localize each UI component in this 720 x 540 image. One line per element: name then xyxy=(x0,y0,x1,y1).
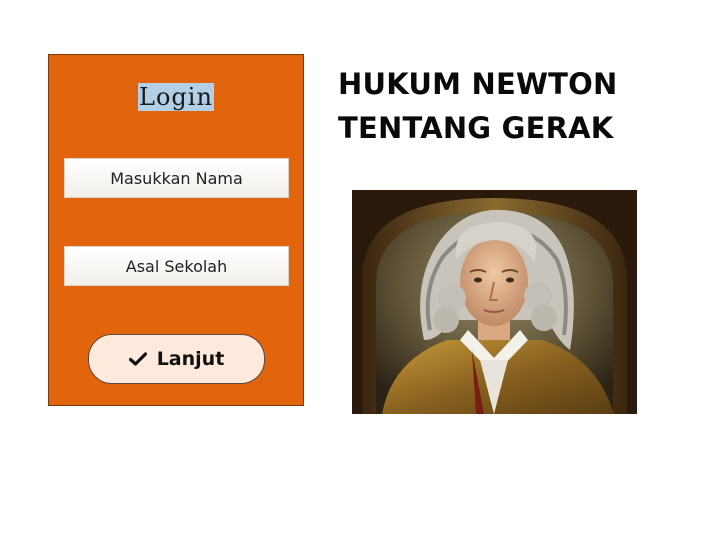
login-panel: Login Lanjut xyxy=(48,54,304,406)
login-title: Login xyxy=(49,83,303,111)
page-title-line-2: TENTANG GERAK xyxy=(338,111,614,145)
page-title: HUKUM NEWTON TENTANG GERAK xyxy=(338,62,678,150)
continue-button-label: Lanjut xyxy=(156,348,225,370)
newton-portrait-image xyxy=(352,190,637,414)
page-title-line-1: HUKUM NEWTON xyxy=(338,67,618,101)
school-input[interactable] xyxy=(64,246,289,286)
name-input[interactable] xyxy=(64,158,289,198)
check-icon xyxy=(128,352,147,366)
login-title-text: Login xyxy=(138,83,214,111)
continue-button[interactable]: Lanjut xyxy=(88,334,265,384)
